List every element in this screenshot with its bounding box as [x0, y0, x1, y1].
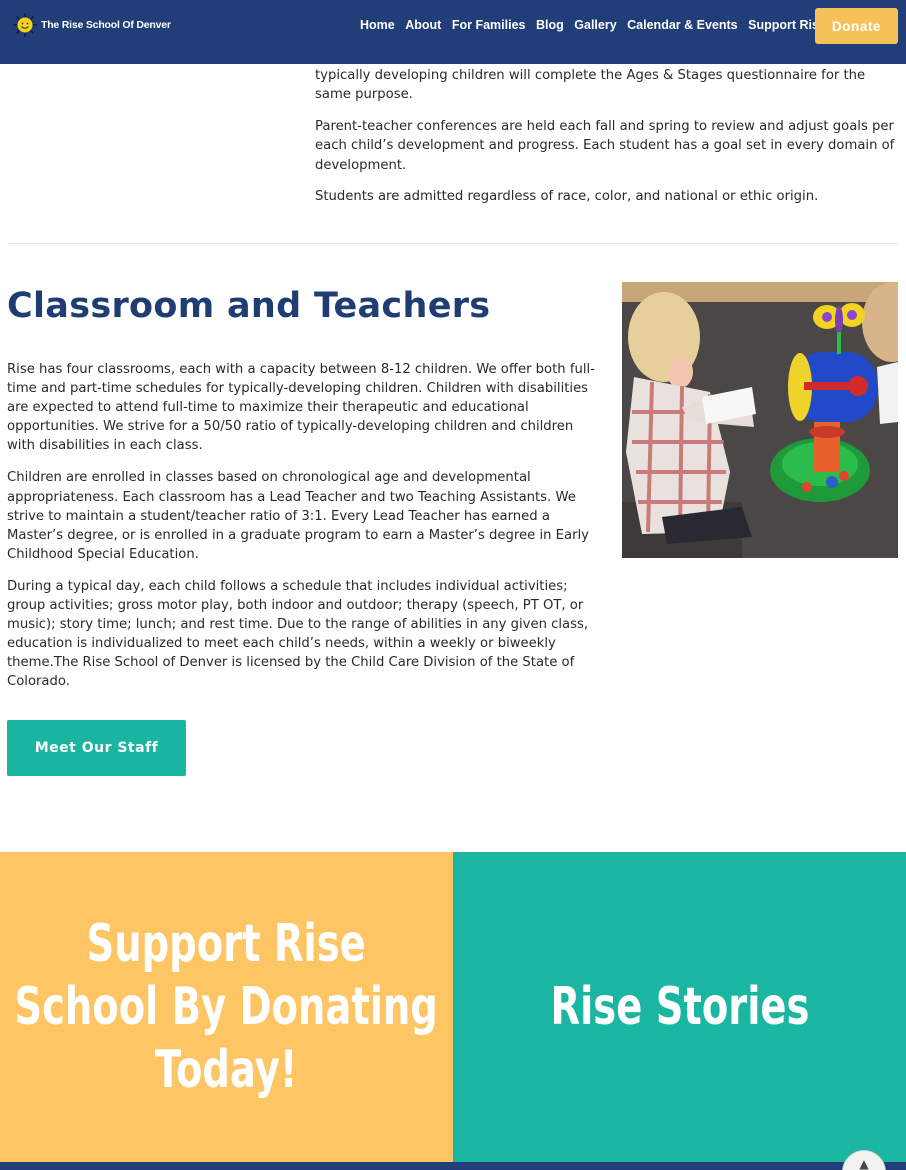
nav-about[interactable]: About — [405, 18, 441, 32]
logo-text: The Rise School Of Denver — [41, 19, 171, 31]
support-heading-line: School By Donating — [14, 976, 439, 1037]
site-header: The Rise School Of Denver Home About For… — [0, 0, 906, 64]
section-divider — [8, 243, 898, 244]
intro-paragraph: Students are admitted regardless of race… — [315, 189, 819, 205]
classroom-text: Rise has four classrooms, each with a ca… — [7, 360, 597, 705]
support-panel[interactable]: Support Rise School By Donating Today! — [0, 852, 453, 1162]
classroom-paragraph: Rise has four classrooms, each with a ca… — [7, 362, 595, 454]
main-nav: Home About For Families Blog Gallery Cal… — [360, 0, 836, 50]
footer-strip — [0, 1162, 906, 1170]
stories-heading: Rise Stories — [550, 976, 809, 1037]
support-heading-line: Today! — [155, 1039, 298, 1100]
nav-blog[interactable]: Blog — [536, 18, 564, 32]
support-heading-line: Support Rise — [86, 913, 367, 974]
site-logo[interactable]: The Rise School Of Denver — [12, 12, 171, 38]
section-title: Classroom and Teachers — [7, 286, 491, 326]
nav-gallery[interactable]: Gallery — [574, 18, 616, 32]
admissions-text: typically developing children will compl… — [315, 66, 905, 219]
sun-icon — [13, 13, 37, 37]
classroom-paragraph: During a typical day, each child follows… — [7, 578, 589, 690]
intro-paragraph: typically developing children will compl… — [315, 68, 866, 103]
support-heading: Support Rise School By Donating Today! — [15, 913, 438, 1102]
donate-button[interactable]: Donate — [815, 8, 898, 44]
nav-home[interactable]: Home — [360, 18, 395, 32]
stories-panel[interactable]: Rise Stories — [453, 852, 906, 1162]
chevron-up-icon: ▲ — [859, 1157, 869, 1170]
classroom-paragraph: Children are enrolled in classes based o… — [7, 470, 589, 562]
meet-our-staff-button[interactable]: Meet Our Staff — [7, 720, 186, 776]
nav-calendar-events[interactable]: Calendar & Events — [627, 18, 737, 32]
intro-paragraph: Parent-teacher conferences are held each… — [315, 119, 895, 173]
nav-for-families[interactable]: For Families — [452, 18, 526, 32]
classroom-photo — [622, 282, 898, 558]
